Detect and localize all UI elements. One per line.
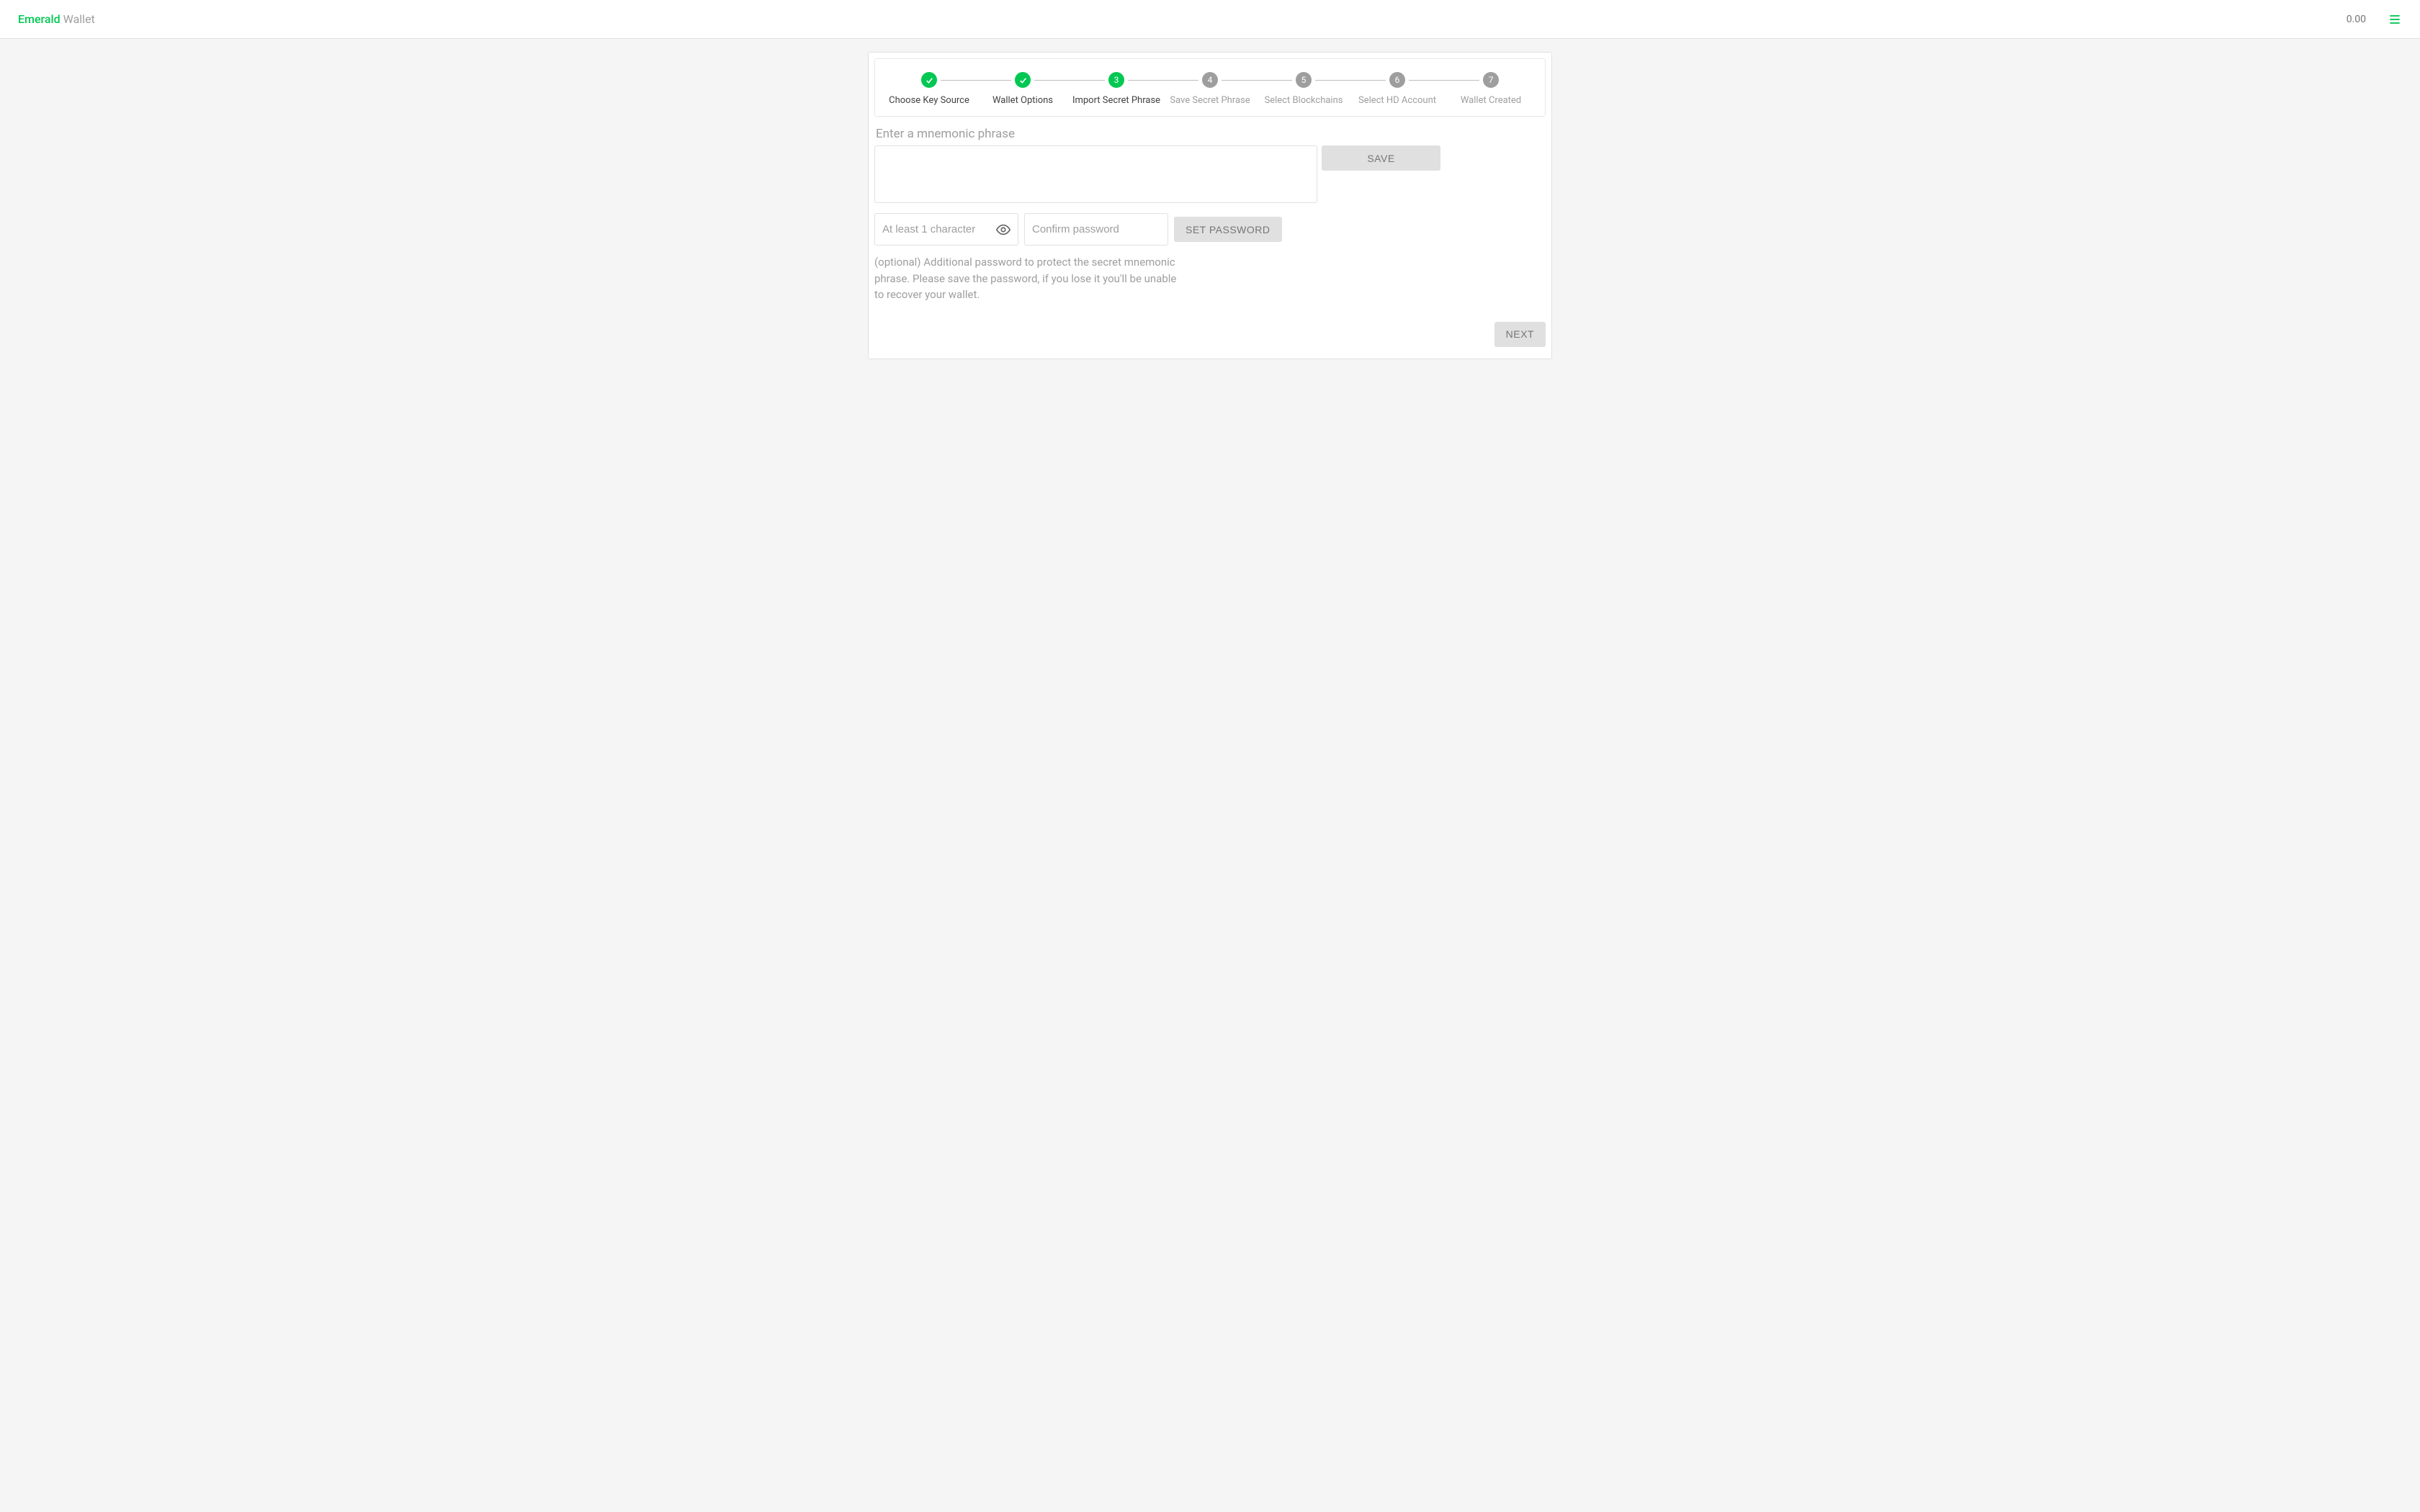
step-circle-completed bbox=[921, 72, 937, 88]
footer-row: NEXT bbox=[874, 322, 1546, 347]
step-wallet-created: 7 Wallet Created bbox=[1444, 72, 1538, 106]
step-save-secret-phrase: 4 Save Secret Phrase bbox=[1163, 72, 1257, 106]
step-import-secret-phrase: 3 Import Secret Phrase bbox=[1070, 72, 1163, 106]
step-circle-pending: 4 bbox=[1202, 72, 1218, 88]
step-label: Select Blockchains bbox=[1265, 95, 1343, 106]
password-help-text: (optional) Additional password to protec… bbox=[874, 254, 1177, 303]
step-label: Save Secret Phrase bbox=[1170, 95, 1250, 106]
balance-display: 0.00 bbox=[2347, 14, 2366, 25]
step-label: Select HD Account bbox=[1358, 95, 1436, 106]
content-wrapper: Choose Key Source Wallet Options 3 Impor… bbox=[0, 39, 2420, 359]
step-circle-completed bbox=[1015, 72, 1031, 88]
step-label: Import Secret Phrase bbox=[1072, 95, 1160, 106]
mnemonic-input[interactable] bbox=[874, 145, 1317, 203]
set-password-button[interactable]: SET PASSWORD bbox=[1174, 217, 1282, 242]
logo-secondary: Wallet bbox=[63, 12, 95, 26]
logo-primary: Emerald bbox=[18, 12, 60, 26]
eye-icon[interactable] bbox=[995, 222, 1011, 238]
header-right: 0.00 bbox=[2347, 12, 2402, 27]
wizard-card: Choose Key Source Wallet Options 3 Impor… bbox=[868, 52, 1552, 359]
step-select-blockchains: 5 Select Blockchains bbox=[1257, 72, 1350, 106]
step-label: Wallet Created bbox=[1461, 95, 1521, 106]
save-button[interactable]: SAVE bbox=[1322, 145, 1440, 171]
step-circle-pending: 5 bbox=[1296, 72, 1312, 88]
mnemonic-row: SAVE bbox=[874, 145, 1546, 203]
confirm-password-input[interactable] bbox=[1024, 213, 1168, 246]
step-label: Wallet Options bbox=[992, 95, 1053, 106]
step-label: Choose Key Source bbox=[889, 95, 969, 106]
next-button[interactable]: NEXT bbox=[1494, 322, 1546, 347]
step-circle-pending: 7 bbox=[1483, 72, 1499, 88]
step-select-hd-account: 6 Select HD Account bbox=[1350, 72, 1444, 106]
step-wallet-options: Wallet Options bbox=[976, 72, 1070, 106]
stepper-container: Choose Key Source Wallet Options 3 Impor… bbox=[874, 58, 1546, 117]
menu-icon[interactable] bbox=[2388, 12, 2402, 27]
password-row: SET PASSWORD bbox=[874, 213, 1546, 246]
step-circle-active: 3 bbox=[1108, 72, 1124, 88]
step-circle-pending: 6 bbox=[1389, 72, 1405, 88]
step-choose-key-source: Choose Key Source bbox=[882, 72, 976, 106]
stepper: Choose Key Source Wallet Options 3 Impor… bbox=[882, 72, 1538, 106]
form-body: Enter a mnemonic phrase SAVE SET PAS bbox=[869, 117, 1551, 359]
logo: Emerald Wallet bbox=[18, 12, 95, 26]
mnemonic-label: Enter a mnemonic phrase bbox=[876, 127, 1546, 141]
password-wrap bbox=[874, 213, 1018, 246]
app-header: Emerald Wallet 0.00 bbox=[0, 0, 2420, 39]
